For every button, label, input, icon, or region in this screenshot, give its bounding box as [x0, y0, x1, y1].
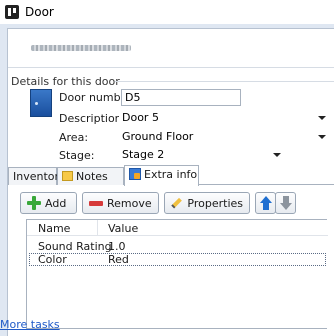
- remove-label: Remove: [107, 196, 152, 210]
- tab-extra-info[interactable]: Extra info: [124, 165, 199, 186]
- arrow-down-icon: [280, 196, 292, 210]
- details-group-label: Details for this door: [11, 75, 120, 88]
- pencil-icon: [171, 197, 183, 209]
- list-header: Name Value: [27, 220, 328, 236]
- list-item[interactable]: Sound Rating 1.0: [29, 240, 326, 253]
- tab-label: Extra info: [144, 168, 198, 181]
- app-icon: [5, 5, 19, 19]
- chevron-down-icon[interactable]: [318, 116, 326, 120]
- list-item[interactable]: Color Red: [29, 253, 326, 266]
- extra-info-icon: [129, 168, 141, 180]
- properties-button[interactable]: Properties: [164, 192, 250, 214]
- notes-icon: [62, 171, 73, 181]
- remove-icon: [89, 200, 103, 206]
- add-icon: [27, 196, 41, 210]
- stage-combo[interactable]: Stage 2: [119, 147, 284, 164]
- column-header-value[interactable]: Value: [108, 222, 138, 235]
- add-label: Add: [45, 196, 67, 210]
- remove-button[interactable]: Remove: [82, 192, 159, 214]
- blurred-header-image: [31, 45, 131, 51]
- item-name: Sound Rating: [38, 240, 112, 253]
- add-button[interactable]: Add: [20, 192, 77, 214]
- more-tasks-link[interactable]: More tasks: [0, 318, 60, 331]
- tab-inventory[interactable]: Inventory: [8, 167, 66, 185]
- item-value: Red: [108, 253, 129, 266]
- properties-label: Properties: [187, 196, 243, 210]
- title-bar: Door: [0, 0, 334, 24]
- area-combo[interactable]: Ground Floor: [119, 129, 329, 146]
- column-separator[interactable]: [97, 220, 98, 236]
- tab-label: Notes: [76, 170, 108, 183]
- description-value: Door 5: [122, 111, 159, 124]
- door-number-input[interactable]: [121, 89, 241, 106]
- area-label: Area:: [59, 131, 89, 144]
- door-icon: [30, 89, 52, 117]
- header-separator: [8, 67, 334, 68]
- description-combo[interactable]: Door 5: [119, 110, 329, 127]
- item-value: 1.0: [108, 240, 126, 253]
- description-label: Description:: [59, 112, 126, 125]
- extra-info-list[interactable]: Name Value Sound Rating 1.0 Color Red: [26, 219, 328, 329]
- window-title: Door: [25, 5, 54, 19]
- group-divider: [115, 81, 334, 82]
- stage-label: Stage:: [59, 149, 95, 162]
- arrow-up-icon: [260, 196, 272, 210]
- move-up-button[interactable]: [255, 192, 276, 214]
- tab-strip: Inventory Notes Extra info: [8, 165, 334, 186]
- tab-notes[interactable]: Notes: [57, 167, 124, 185]
- column-header-name[interactable]: Name: [38, 222, 70, 235]
- area-value: Ground Floor: [122, 130, 194, 143]
- chevron-down-icon[interactable]: [318, 135, 326, 139]
- move-down-button[interactable]: [275, 192, 296, 214]
- chevron-down-icon[interactable]: [273, 153, 281, 157]
- stage-value: Stage 2: [122, 148, 165, 161]
- item-name: Color: [38, 253, 67, 266]
